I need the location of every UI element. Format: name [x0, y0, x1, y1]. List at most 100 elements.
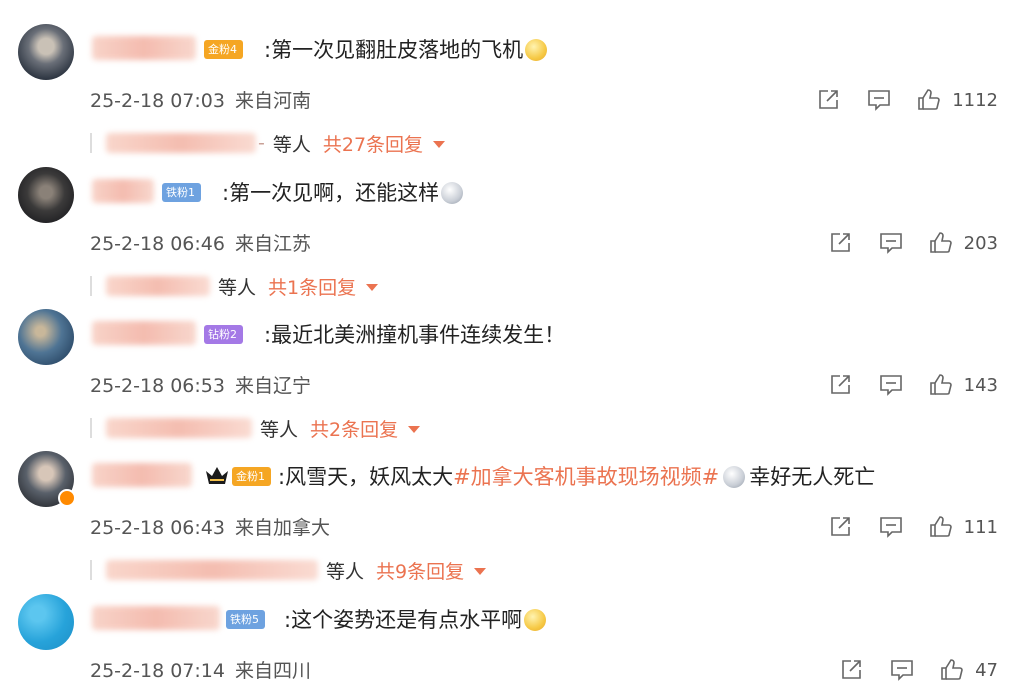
- fan-badge-label: 铁粉5: [230, 613, 259, 626]
- share-icon[interactable]: [816, 88, 842, 112]
- like-count: 47: [975, 659, 998, 681]
- username-blurred[interactable]: [92, 463, 192, 487]
- comment-item: 金粉4 :第一次见翻肚皮落地的飞机 25-2-18 07:03 来自河南 1112…: [0, 22, 1024, 163]
- comment-meta: 25-2-18 07:14 来自四川: [90, 656, 311, 683]
- reply-count-link[interactable]: 共27条回复: [323, 130, 423, 157]
- like-count: 111: [963, 516, 998, 538]
- fan-badge-label: 金粉1: [236, 470, 265, 483]
- fan-badge[interactable]: 铁粉1: [162, 183, 201, 202]
- fan-badge-label: 金粉4: [208, 43, 237, 56]
- comment-item: 铁粉5 :这个姿势还是有点水平啊 25-2-18 07:14 来自四川 47: [0, 592, 1024, 692]
- comment-text-body: :这个姿势还是有点水平啊: [284, 608, 523, 632]
- share-icon[interactable]: [828, 231, 854, 255]
- fan-badge[interactable]: 金粉4: [204, 40, 243, 59]
- comment-icon[interactable]: [878, 515, 904, 539]
- comment-meta: 25-2-18 07:03 来自河南: [90, 86, 311, 113]
- reply-etal: 等人: [260, 418, 299, 441]
- reply-divider: [90, 276, 92, 296]
- comment-text: :风雪天，妖风太大#加拿大客机事故现场视频# 幸好无人死亡: [278, 463, 875, 491]
- like-count: 1112: [952, 89, 998, 111]
- comment-item: 钻粉2 :最近北美洲撞机事件连续发生！ 25-2-18 06:53 来自辽宁 14…: [0, 307, 1024, 448]
- comment-text-body: :风雪天，妖风太大: [278, 465, 454, 489]
- reply-summary[interactable]: 等人 共2条回复: [90, 415, 421, 442]
- share-icon[interactable]: [839, 658, 865, 682]
- comment-text: :最近北美洲撞机事件连续发生！: [264, 321, 565, 349]
- chevron-down-icon[interactable]: [433, 140, 446, 148]
- timestamp: 25-2-18 06:43: [90, 517, 225, 539]
- comment-icon[interactable]: [866, 88, 892, 112]
- reply-summary[interactable]: - 等人 共27条回复: [90, 130, 446, 157]
- emoji-icon: [441, 182, 464, 204]
- reply-summary[interactable]: 等人 共9条回复: [90, 557, 487, 584]
- like-icon[interactable]: [928, 373, 954, 397]
- crown-icon: [206, 467, 228, 484]
- avatar[interactable]: [18, 594, 74, 650]
- reply-etal: 等人: [326, 560, 365, 583]
- emoji-icon: [524, 609, 547, 631]
- location: 来自江苏: [234, 233, 311, 255]
- chevron-down-icon[interactable]: [408, 425, 421, 433]
- action-bar: 47: [815, 656, 998, 684]
- fan-badge-label: 钻粉2: [208, 328, 237, 341]
- emoji-icon: [723, 466, 746, 488]
- fan-badge-label: 铁粉1: [166, 186, 195, 199]
- location: 来自四川: [234, 660, 311, 682]
- reply-user-blurred: [106, 276, 210, 296]
- like-icon[interactable]: [928, 231, 954, 255]
- avatar[interactable]: [18, 167, 74, 223]
- reply-dash: -: [258, 132, 265, 154]
- reply-count-link[interactable]: 共1条回复: [268, 273, 356, 300]
- location: 来自加拿大: [234, 517, 330, 539]
- username-blurred[interactable]: [92, 606, 220, 630]
- share-icon[interactable]: [828, 515, 854, 539]
- share-icon[interactable]: [828, 373, 854, 397]
- comment-text: :这个姿势还是有点水平啊: [284, 606, 547, 634]
- hashtag-link[interactable]: #加拿大客机事故现场视频#: [453, 465, 719, 489]
- like-count: 143: [963, 374, 998, 396]
- comment-item: 金粉1 :风雪天，妖风太大#加拿大客机事故现场视频# 幸好无人死亡 25-2-18…: [0, 449, 1024, 590]
- verified-icon: [58, 489, 76, 507]
- fan-badge[interactable]: 钻粉2: [204, 325, 243, 344]
- comment-meta: 25-2-18 06:46 来自江苏: [90, 229, 311, 256]
- action-bar: 111: [804, 513, 998, 541]
- avatar[interactable]: [18, 24, 74, 80]
- reply-etal: 等人: [272, 133, 311, 156]
- comment-icon[interactable]: [878, 231, 904, 255]
- username-blurred[interactable]: [92, 36, 196, 60]
- location: 来自河南: [234, 90, 311, 112]
- reply-count-link[interactable]: 共2条回复: [310, 415, 398, 442]
- reply-summary[interactable]: 等人 共1条回复: [90, 273, 379, 300]
- emoji-icon: [525, 39, 548, 61]
- avatar[interactable]: [18, 309, 74, 365]
- timestamp: 25-2-18 06:46: [90, 233, 225, 255]
- reply-etal: 等人: [218, 276, 257, 299]
- reply-count-link[interactable]: 共9条回复: [376, 557, 464, 584]
- location: 来自辽宁: [234, 375, 311, 397]
- comment-icon[interactable]: [878, 373, 904, 397]
- comment-text: :第一次见翻肚皮落地的飞机: [264, 36, 548, 64]
- like-icon[interactable]: [916, 88, 942, 112]
- like-count: 203: [963, 232, 998, 254]
- action-bar: 203: [804, 229, 998, 257]
- comment-icon[interactable]: [889, 658, 915, 682]
- action-bar: 1112: [792, 86, 998, 114]
- fan-badge[interactable]: 铁粉5: [226, 610, 265, 629]
- fan-badge[interactable]: 金粉1: [232, 467, 271, 486]
- chevron-down-icon[interactable]: [474, 567, 487, 575]
- reply-user-blurred: [106, 133, 256, 153]
- comment-text-body: :第一次见啊，还能这样: [222, 181, 440, 205]
- reply-user-blurred: [106, 418, 252, 438]
- like-icon[interactable]: [939, 658, 965, 682]
- comment-item: 铁粉1 :第一次见啊，还能这样 25-2-18 06:46 来自江苏 203 等人…: [0, 165, 1024, 306]
- username-blurred[interactable]: [92, 179, 154, 203]
- like-icon[interactable]: [928, 515, 954, 539]
- comment-text-body: :第一次见翻肚皮落地的飞机: [264, 38, 524, 62]
- timestamp: 25-2-18 07:14: [90, 660, 225, 682]
- comment-text-body: :最近北美洲撞机事件连续发生！: [264, 323, 566, 347]
- chevron-down-icon[interactable]: [366, 283, 379, 291]
- reply-divider: [90, 560, 92, 580]
- timestamp: 25-2-18 06:53: [90, 375, 225, 397]
- comment-meta: 25-2-18 06:43 来自加拿大: [90, 513, 330, 540]
- action-bar: 143: [804, 371, 998, 399]
- username-blurred[interactable]: [92, 321, 196, 345]
